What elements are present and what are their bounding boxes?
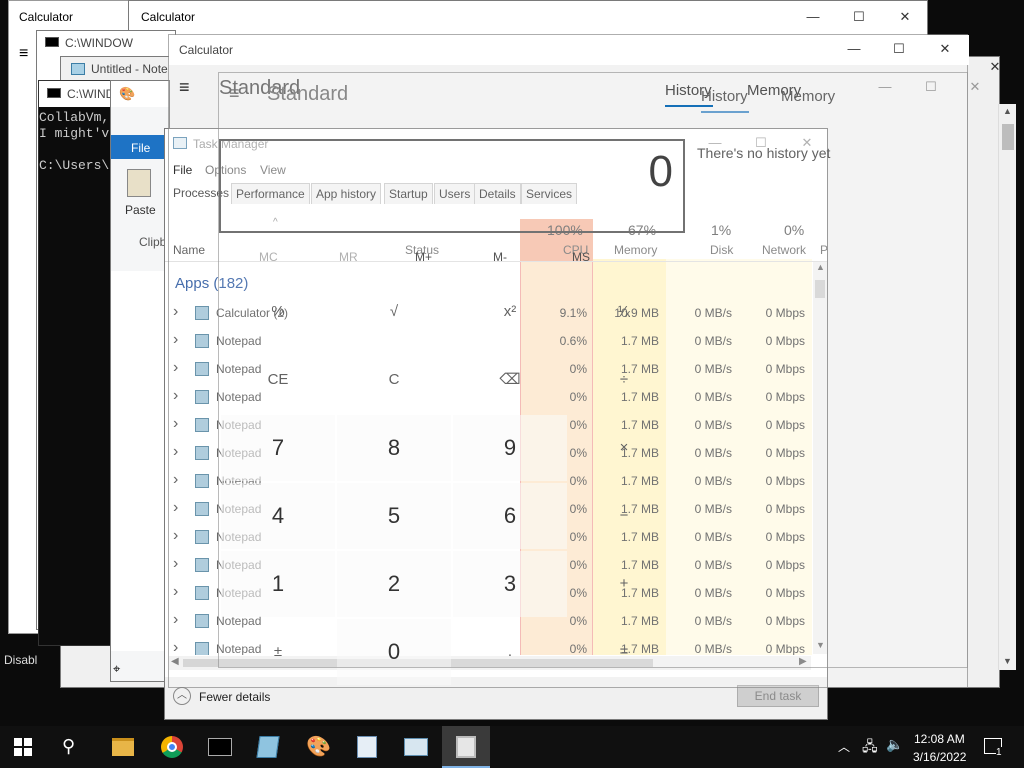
- paste-label[interactable]: Paste: [125, 203, 156, 217]
- maximize-icon[interactable]: ☐: [889, 41, 909, 57]
- calculator-ghost-window: ≡ Standard History Memory — ☐ ✕: [218, 72, 980, 668]
- hamburger-menu-icon[interactable]: ≡: [179, 77, 190, 98]
- collapse-icon[interactable]: ︿: [173, 687, 191, 705]
- console-line: C:\Users\: [39, 158, 110, 173]
- window-title: C:\WINDOW: [65, 36, 133, 50]
- ghost-close-icon: ✕: [969, 79, 981, 94]
- close-icon[interactable]: ✕: [935, 41, 955, 57]
- menu-icon[interactable]: ≡: [19, 45, 28, 63]
- paint-taskbar-icon[interactable]: 🎨: [306, 734, 331, 759]
- back-window-scrollbar[interactable]: ▲ ▼: [998, 104, 1016, 670]
- volume-icon[interactable]: 🔈: [886, 736, 903, 753]
- ghost-menu-icon: ≡: [229, 83, 240, 103]
- paint-window[interactable]: 🎨 File Paste Clipb ⌖: [110, 80, 170, 682]
- chrome-icon[interactable]: [161, 736, 183, 758]
- close-icon[interactable]: ✕: [985, 59, 999, 75]
- window-title: Calculator: [179, 43, 234, 57]
- console-line: I might'v: [39, 126, 110, 141]
- show-hidden-icons-icon[interactable]: ︿: [838, 738, 850, 755]
- wordpad-taskbar-icon[interactable]: [357, 736, 377, 758]
- file-tab-label: File: [131, 141, 151, 155]
- start-button-icon[interactable]: [14, 738, 32, 756]
- calculator-taskbar-icon: [456, 736, 476, 758]
- end-task-button[interactable]: End task: [737, 685, 819, 707]
- paste-icon[interactable]: [127, 169, 151, 197]
- window-title: Calculator: [141, 10, 196, 24]
- file-explorer-icon[interactable]: [112, 738, 134, 756]
- window-title: Calculator: [19, 10, 74, 24]
- window-title: Untitled - Note: [91, 62, 168, 76]
- calculator-taskbar-button[interactable]: [442, 726, 490, 768]
- search-icon[interactable]: ⚲: [62, 736, 75, 757]
- fewer-details-link[interactable]: Fewer details: [199, 690, 270, 704]
- clipboard-label: Clipb: [139, 235, 167, 249]
- notification-badge: 1: [996, 747, 1002, 758]
- command-prompt-icon[interactable]: [208, 738, 232, 756]
- cmd-icon: [47, 88, 61, 98]
- cmd-icon: [45, 37, 59, 47]
- ghost-history-underline: [701, 111, 749, 113]
- clock-date[interactable]: 3/16/2022: [913, 750, 966, 764]
- desktop-label: Disabl: [4, 653, 38, 667]
- minimize-icon[interactable]: —: [803, 9, 823, 24]
- ghost-mode-title: Standard: [267, 83, 349, 105]
- notepad-taskbar-icon[interactable]: [256, 736, 280, 758]
- network-icon[interactable]: 🖧: [862, 736, 878, 760]
- crosshair-icon: ⌖: [113, 661, 121, 676]
- window-title: C:\WIND: [67, 87, 115, 101]
- clock-time[interactable]: 12:08 AM: [914, 732, 965, 746]
- close-icon[interactable]: ✕: [895, 9, 915, 25]
- task-manager-taskbar-icon[interactable]: [404, 738, 428, 756]
- back-scroll-thumb[interactable]: [1002, 124, 1014, 150]
- ghost-memory-tab: Memory: [781, 88, 836, 105]
- ghost-history-tab: History: [701, 88, 748, 105]
- ghost-minimize-icon: —: [878, 79, 892, 94]
- end-task-label: End task: [754, 689, 802, 703]
- maximize-icon[interactable]: ☐: [849, 9, 869, 25]
- console-line: CollabVm,: [39, 110, 110, 125]
- minimize-icon[interactable]: —: [844, 41, 864, 56]
- paint-icon: 🎨: [119, 86, 136, 101]
- canvas-area: [111, 271, 169, 651]
- notepad-icon: [71, 63, 85, 75]
- ghost-maximize-icon: ☐: [925, 79, 937, 94]
